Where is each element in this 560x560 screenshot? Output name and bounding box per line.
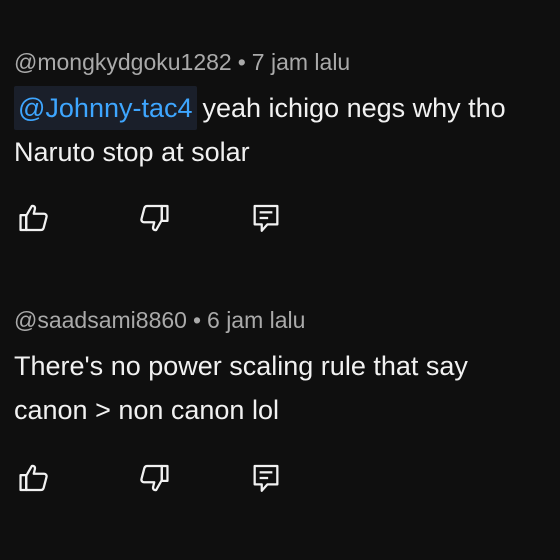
comment-actions (14, 198, 314, 238)
reply-comment-icon (253, 464, 279, 492)
comment-item: @mongkydgoku1282 • 7 jam lalu @Johnny-tac4… (14, 46, 560, 232)
comment-text: @Johnny-tac4 yeah ichigo negs why tho Nar… (14, 86, 560, 174)
like-button[interactable] (14, 198, 54, 238)
comment-time[interactable]: 6 jam lalu (207, 307, 305, 333)
comment-text-line: canon > non canon lol (14, 395, 279, 425)
reply-comment-icon (253, 204, 279, 232)
comment-actions (14, 458, 314, 498)
comment-text-line: @Johnny-tac4 yeah ichigo negs why tho (14, 86, 560, 130)
thumbs-up-icon (19, 464, 48, 492)
meta-separator: • (192, 307, 202, 333)
comment-meta: @saadsami8860 • 6 jam lalu (14, 304, 560, 336)
mention-link[interactable]: @Johnny-tac4 (14, 86, 197, 130)
dislike-button[interactable] (134, 198, 174, 238)
comment-meta: @mongkydgoku1282 • 7 jam lalu (14, 46, 560, 78)
meta-separator: • (237, 49, 246, 75)
comment-author[interactable]: @saadsami8860 (14, 307, 187, 333)
dislike-button[interactable] (134, 458, 174, 498)
reply-button[interactable] (246, 458, 286, 498)
like-button[interactable] (14, 458, 54, 498)
thumbs-down-icon (140, 204, 169, 232)
comment-text-line: There's no power scaling rule that say (14, 351, 468, 381)
comment-item: @saadsami8860 • 6 jam lalu There's no powe… (14, 304, 560, 492)
comment-text: There's no power scaling rule that say c… (14, 344, 560, 432)
comment-text-line: Naruto stop at solar (14, 137, 250, 167)
thumbs-down-icon (140, 464, 169, 492)
comment-text-content: yeah ichigo negs why tho (202, 93, 506, 123)
thumbs-up-icon (19, 204, 48, 232)
comment-time[interactable]: 7 jam lalu (252, 49, 350, 75)
comment-author[interactable]: @mongkydgoku1282 (14, 49, 232, 75)
reply-button[interactable] (246, 198, 286, 238)
